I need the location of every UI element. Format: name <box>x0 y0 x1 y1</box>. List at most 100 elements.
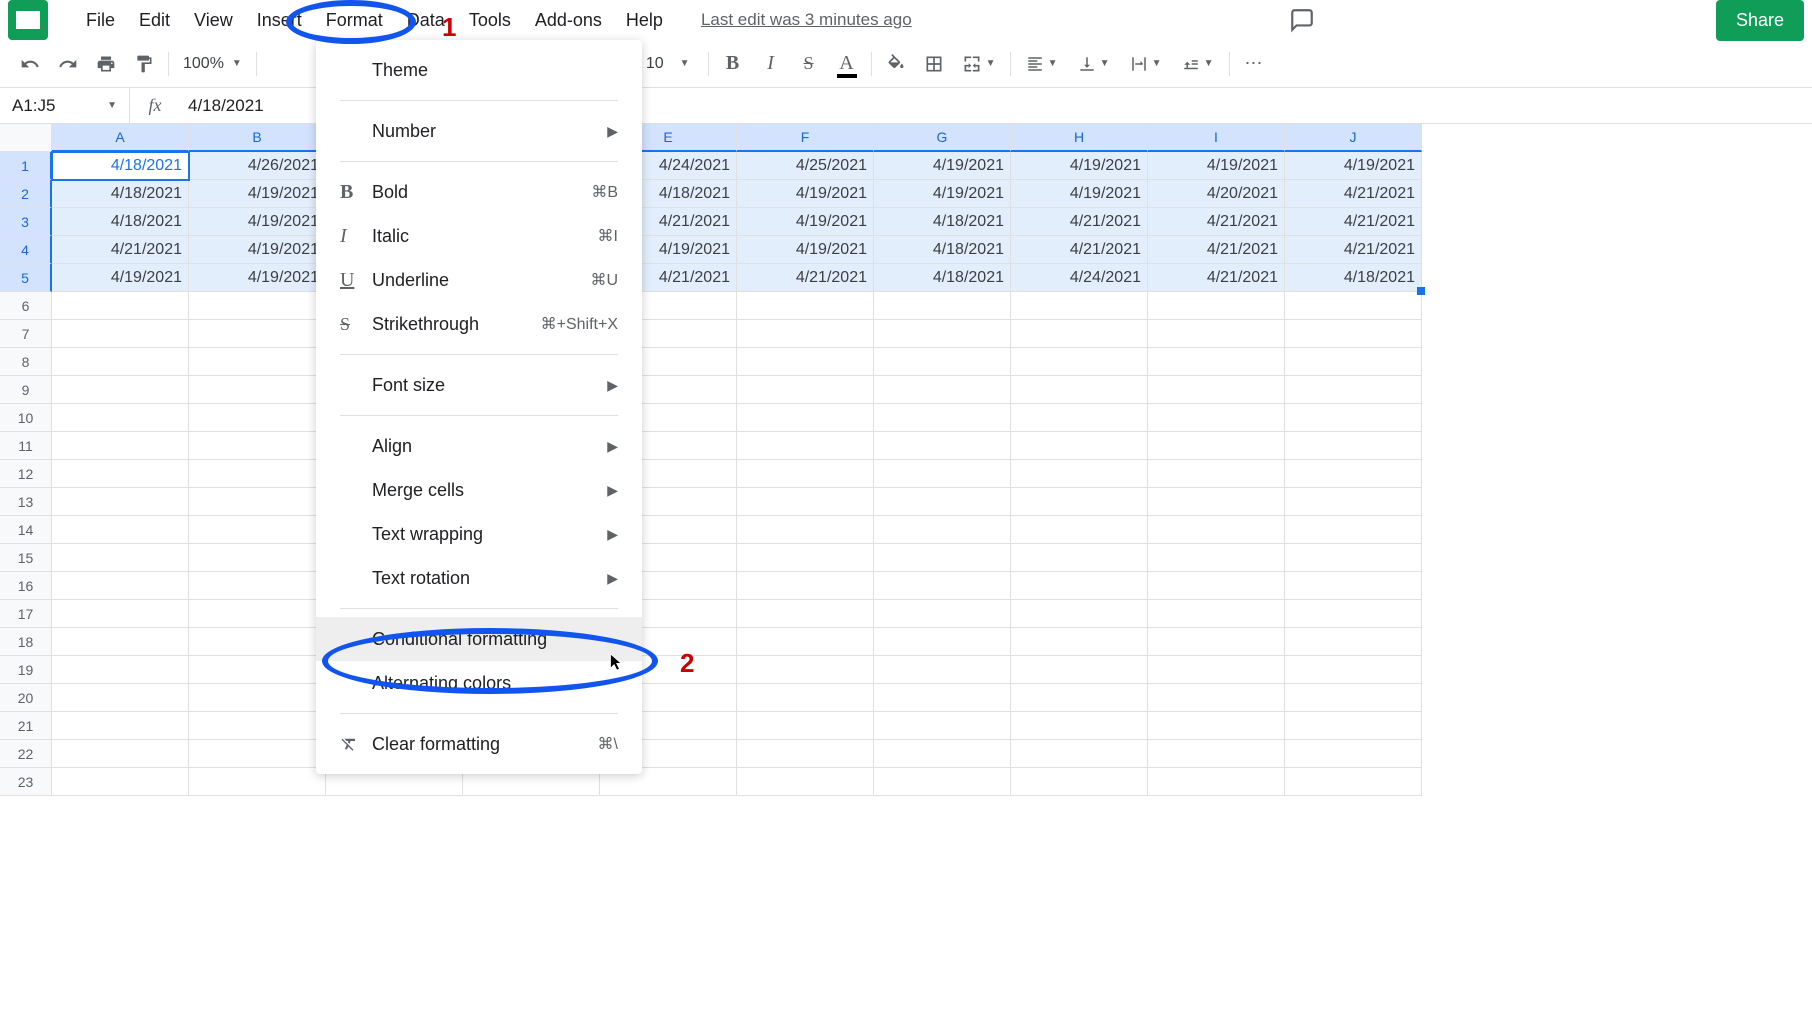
cell[interactable] <box>1285 376 1422 404</box>
cell[interactable]: 4/25/2021 <box>737 152 874 180</box>
horizontal-align-button[interactable]: ▼ <box>1017 46 1067 82</box>
cell[interactable]: 4/18/2021 <box>874 264 1011 292</box>
row-header[interactable]: 20 <box>0 684 52 712</box>
cell[interactable] <box>52 712 189 740</box>
fill-color-button[interactable] <box>878 46 914 82</box>
cell[interactable] <box>52 544 189 572</box>
text-wrapping-button[interactable]: ▼ <box>1121 46 1171 82</box>
print-button[interactable] <box>88 46 124 82</box>
cell[interactable] <box>874 600 1011 628</box>
cell[interactable] <box>874 348 1011 376</box>
cell[interactable] <box>737 544 874 572</box>
column-header[interactable]: J <box>1285 124 1422 152</box>
vertical-align-button[interactable]: ▼ <box>1069 46 1119 82</box>
redo-button[interactable] <box>50 46 86 82</box>
cell[interactable] <box>1285 628 1422 656</box>
cell[interactable] <box>874 516 1011 544</box>
menu-view[interactable]: View <box>184 4 243 37</box>
row-header[interactable]: 14 <box>0 516 52 544</box>
cell[interactable] <box>189 488 326 516</box>
cell[interactable]: 4/19/2021 <box>874 152 1011 180</box>
text-color-button[interactable]: A <box>829 46 865 82</box>
column-header[interactable]: I <box>1148 124 1285 152</box>
cell[interactable]: 4/21/2021 <box>52 236 189 264</box>
undo-button[interactable] <box>12 46 48 82</box>
cell[interactable] <box>874 292 1011 320</box>
cell[interactable] <box>189 544 326 572</box>
row-header[interactable]: 11 <box>0 432 52 460</box>
cell[interactable] <box>874 376 1011 404</box>
cell[interactable] <box>1148 320 1285 348</box>
cell[interactable]: 4/19/2021 <box>189 208 326 236</box>
cell[interactable] <box>1148 432 1285 460</box>
cell[interactable] <box>1148 600 1285 628</box>
cell[interactable] <box>52 740 189 768</box>
cell[interactable] <box>1148 684 1285 712</box>
cell[interactable] <box>1285 488 1422 516</box>
cell[interactable] <box>1011 768 1148 796</box>
cell[interactable] <box>874 460 1011 488</box>
cell[interactable]: 4/19/2021 <box>737 180 874 208</box>
cell[interactable] <box>737 460 874 488</box>
cell[interactable] <box>1148 488 1285 516</box>
menu-merge-cells[interactable]: Merge cells▶ <box>316 468 642 512</box>
cell[interactable] <box>189 460 326 488</box>
cell[interactable] <box>1011 516 1148 544</box>
cell[interactable] <box>52 376 189 404</box>
cell[interactable] <box>874 768 1011 796</box>
cell[interactable] <box>1285 432 1422 460</box>
row-header[interactable]: 3 <box>0 208 52 236</box>
menu-strikethrough[interactable]: SStrikethrough⌘+Shift+X <box>316 302 642 346</box>
selection-handle[interactable] <box>1417 287 1425 295</box>
cell[interactable] <box>1011 432 1148 460</box>
cell[interactable] <box>1148 544 1285 572</box>
menu-theme[interactable]: Theme <box>316 48 642 92</box>
cell[interactable] <box>1285 572 1422 600</box>
cell[interactable] <box>1148 348 1285 376</box>
share-button[interactable]: Share <box>1716 0 1804 41</box>
cell[interactable] <box>52 348 189 376</box>
row-header[interactable]: 2 <box>0 180 52 208</box>
cell[interactable]: 4/21/2021 <box>1011 208 1148 236</box>
zoom-select[interactable]: 100%▼ <box>175 51 250 77</box>
row-header[interactable]: 16 <box>0 572 52 600</box>
menu-number[interactable]: Number▶ <box>316 109 642 153</box>
row-header[interactable]: 6 <box>0 292 52 320</box>
menu-tools[interactable]: Tools <box>459 4 521 37</box>
cell[interactable] <box>1285 516 1422 544</box>
cell[interactable] <box>737 740 874 768</box>
last-edit-link[interactable]: Last edit was 3 minutes ago <box>701 10 912 30</box>
more-toolbar-button[interactable]: ⋯ <box>1236 46 1272 82</box>
cell[interactable] <box>874 740 1011 768</box>
cell[interactable] <box>737 404 874 432</box>
cell[interactable]: 4/19/2021 <box>874 180 1011 208</box>
cell[interactable] <box>1011 376 1148 404</box>
cell[interactable] <box>1011 488 1148 516</box>
cell[interactable] <box>1148 768 1285 796</box>
cell[interactable] <box>737 320 874 348</box>
column-header[interactable]: H <box>1011 124 1148 152</box>
cell[interactable] <box>189 740 326 768</box>
cell[interactable]: 4/19/2021 <box>189 180 326 208</box>
cell[interactable] <box>1148 460 1285 488</box>
row-header[interactable]: 1 <box>0 152 52 180</box>
menu-insert[interactable]: Insert <box>247 4 312 37</box>
cell[interactable] <box>52 460 189 488</box>
cell[interactable] <box>1285 348 1422 376</box>
paint-format-button[interactable] <box>126 46 162 82</box>
cell[interactable]: 4/21/2021 <box>1148 208 1285 236</box>
cell[interactable] <box>189 516 326 544</box>
cell[interactable]: 4/20/2021 <box>1148 180 1285 208</box>
cell[interactable] <box>52 656 189 684</box>
sheets-logo[interactable] <box>8 0 48 40</box>
cell[interactable] <box>52 768 189 796</box>
bold-button[interactable]: B <box>715 46 751 82</box>
cell[interactable] <box>1285 656 1422 684</box>
cell[interactable] <box>1285 404 1422 432</box>
cell[interactable] <box>52 432 189 460</box>
select-all-corner[interactable] <box>0 124 52 152</box>
menu-edit[interactable]: Edit <box>129 4 180 37</box>
menu-format[interactable]: Format <box>316 4 393 37</box>
cell[interactable] <box>737 656 874 684</box>
cell[interactable] <box>737 572 874 600</box>
